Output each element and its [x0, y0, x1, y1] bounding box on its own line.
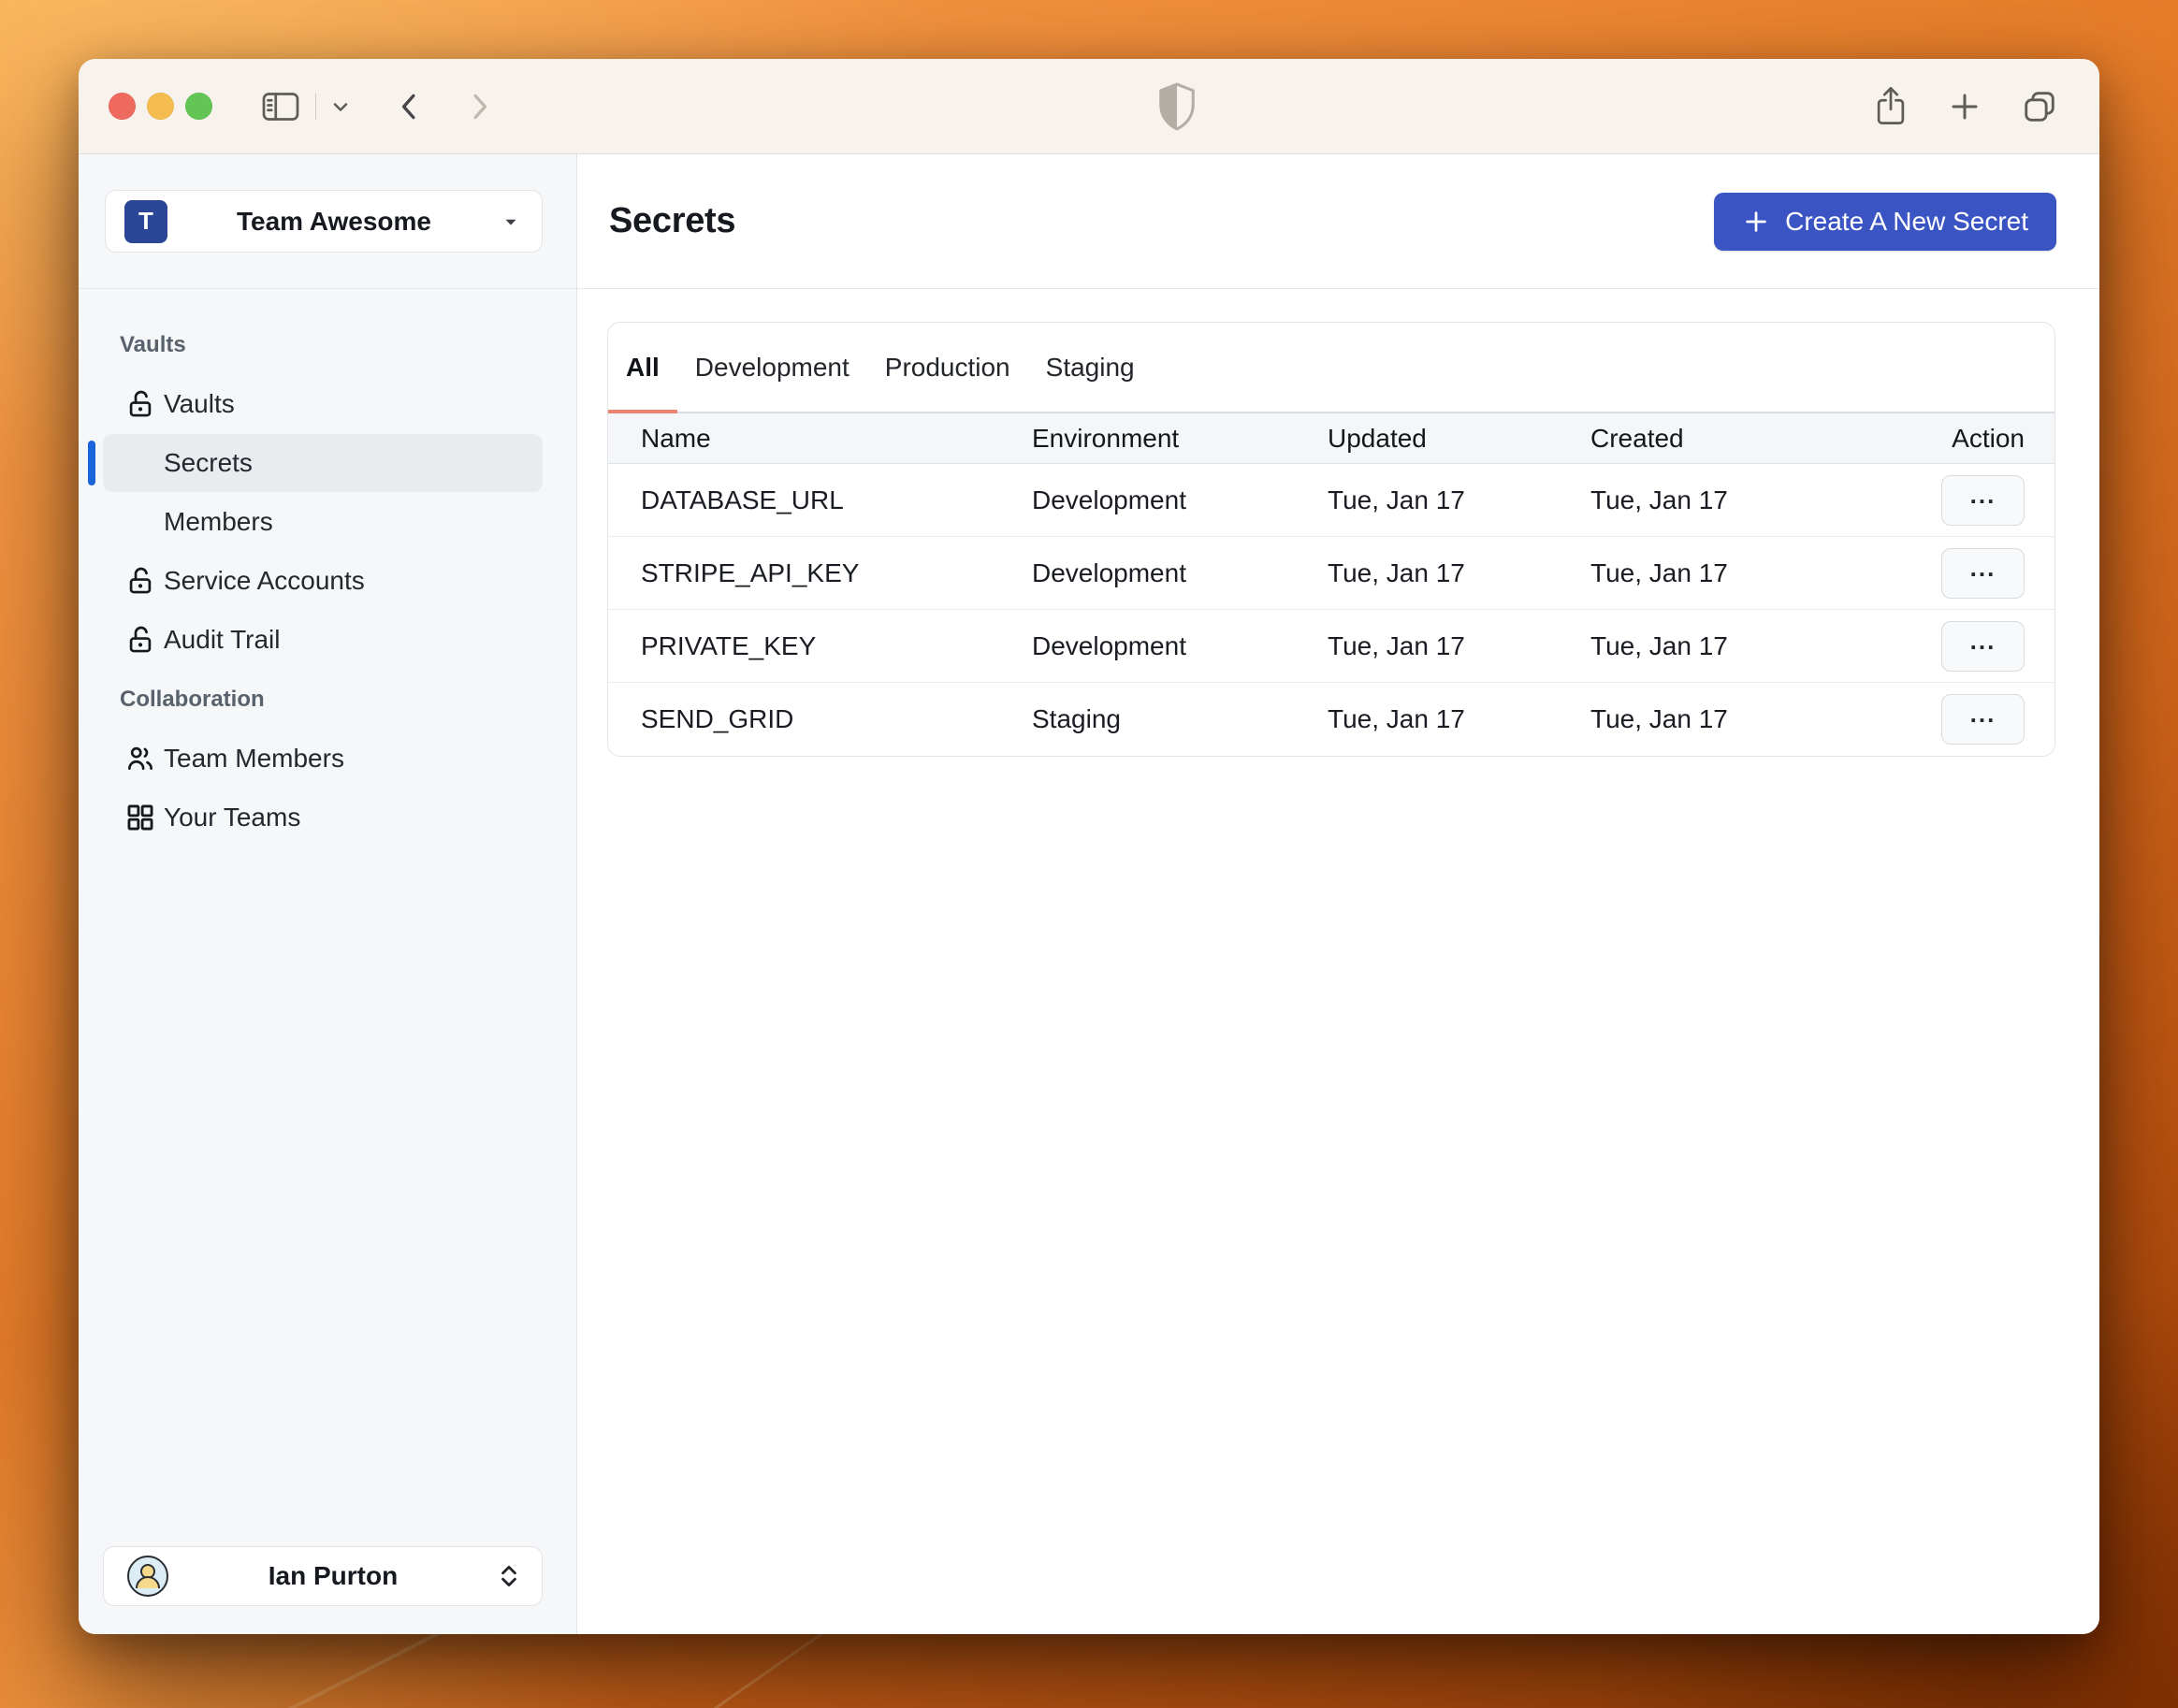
tab-all[interactable]: All: [608, 323, 677, 413]
main-header: Secrets Create A New Secret: [577, 154, 2099, 289]
grid-icon: [124, 802, 156, 833]
tab-overview-icon[interactable]: [2021, 88, 2058, 125]
window-toolbar: [79, 59, 2099, 154]
cell-action: ...: [1935, 474, 2025, 526]
back-icon[interactable]: [395, 90, 425, 123]
sidebar-item-vaults[interactable]: Vaults: [103, 375, 543, 433]
row-actions-button[interactable]: ...: [1941, 620, 2025, 672]
row-actions-button[interactable]: ...: [1941, 694, 2025, 745]
sidebar: T Team Awesome Vaults Vaults Secrets Membe…: [79, 154, 577, 1634]
create-secret-button[interactable]: Create A New Secret: [1714, 192, 2056, 251]
chevron-down-icon[interactable]: [329, 95, 352, 118]
caret-down-icon: [505, 219, 516, 225]
sidebar-section-label-vaults: Vaults: [120, 331, 186, 357]
user-selector[interactable]: Ian Purton: [103, 1546, 543, 1606]
plus-icon: [1746, 210, 1766, 232]
cell-name: PRIVATE_KEY: [641, 630, 817, 660]
team-members-icon: [124, 743, 156, 774]
sidebar-footer: Ian Purton: [79, 1546, 576, 1634]
sidebar-item-team-members[interactable]: Team Members: [103, 730, 543, 788]
cell-name: DATABASE_URL: [641, 485, 844, 514]
cell-updated: Tue, Jan 17: [1328, 485, 1465, 514]
cell-updated: Tue, Jan 17: [1328, 630, 1465, 660]
sidebar-nav: Vaults Vaults Secrets Members Service Acco…: [79, 289, 576, 1546]
tab-production[interactable]: Production: [867, 323, 1028, 412]
cell-environment: Development: [1032, 557, 1186, 587]
tab-staging[interactable]: Staging: [1028, 323, 1153, 412]
lock-open-icon: [124, 388, 156, 420]
cell-created: Tue, Jan 17: [1590, 630, 1728, 660]
create-secret-label: Create A New Secret: [1785, 206, 2028, 236]
select-updown-icon: [501, 1565, 516, 1587]
sidebar-item-label: Team Members: [164, 744, 344, 773]
new-tab-icon[interactable]: [1948, 90, 1982, 123]
sidebar-item-label: Audit Trail: [164, 625, 281, 654]
cell-action: ...: [1935, 620, 2025, 672]
cell-environment: Staging: [1032, 704, 1121, 733]
sidebar-item-members[interactable]: Members: [103, 493, 543, 551]
cell-name: SEND_GRID: [641, 704, 794, 733]
lock-open-icon: [124, 565, 156, 597]
share-icon[interactable]: [1873, 85, 1909, 128]
team-selector[interactable]: T Team Awesome: [105, 190, 543, 253]
sidebar-item-secrets[interactable]: Secrets: [88, 434, 543, 492]
forward-icon: [464, 90, 494, 123]
sidebar-item-your-teams[interactable]: Your Teams: [103, 789, 543, 847]
team-avatar: T: [124, 199, 167, 243]
main-panel: Secrets Create A New Secret All Developme…: [577, 154, 2099, 1634]
zoom-window-button[interactable]: [185, 93, 212, 120]
minimize-window-button[interactable]: [147, 93, 174, 120]
main-content: All Development Production Staging Name Envi…: [577, 289, 2099, 1634]
secrets-card: All Development Production Staging Name Envi…: [607, 322, 2055, 757]
sidebar-toggle-icon[interactable]: [261, 91, 300, 123]
cell-created: Tue, Jan 17: [1590, 485, 1728, 514]
column-header-name: Name: [641, 423, 711, 453]
column-header-created: Created: [1590, 423, 1684, 453]
sidebar-item-service-accounts[interactable]: Service Accounts: [103, 552, 543, 610]
team-name: Team Awesome: [236, 206, 432, 236]
sidebar-section-label-collaboration: Collaboration: [120, 686, 265, 712]
sidebar-item-label: Service Accounts: [164, 566, 365, 595]
traffic-lights: [109, 93, 212, 120]
column-header-updated: Updated: [1328, 423, 1427, 453]
environment-tabs: All Development Production Staging: [608, 323, 2055, 413]
cell-action: ...: [1935, 547, 2025, 599]
table-row-stripe-api-key: STRIPE_API_KEY Development Tue, Jan 17 Tue,…: [608, 537, 2055, 610]
cell-environment: Development: [1032, 485, 1186, 514]
cell-created: Tue, Jan 17: [1590, 557, 1728, 587]
column-header-action: Action: [1952, 423, 2025, 453]
app-window: T Team Awesome Vaults Vaults Secrets Membe…: [79, 59, 2099, 1634]
column-header-environment: Environment: [1032, 423, 1180, 453]
secrets-table: DATABASE_URL Development Tue, Jan 17 Tue, J…: [608, 464, 2055, 756]
close-window-button[interactable]: [109, 93, 136, 120]
sidebar-item-label: Vaults: [164, 389, 235, 418]
sidebar-header: T Team Awesome: [79, 154, 576, 289]
sidebar-item-label: Secrets: [164, 448, 253, 477]
tab-development[interactable]: Development: [677, 323, 867, 412]
table-header: Name Environment Updated Created Action: [608, 413, 2055, 464]
table-row-private-key: PRIVATE_KEY Development Tue, Jan 17 Tue, Ja…: [608, 610, 2055, 683]
cell-action: ...: [1935, 694, 2025, 745]
lock-open-icon: [124, 624, 156, 656]
cell-name: STRIPE_API_KEY: [641, 557, 860, 587]
shield-icon: [1155, 80, 1198, 133]
toolbar-divider: [315, 93, 316, 120]
sidebar-item-label: Members: [164, 507, 273, 536]
user-avatar-icon: [127, 1556, 168, 1597]
sidebar-item-label: Your Teams: [164, 803, 301, 832]
cell-created: Tue, Jan 17: [1590, 704, 1728, 733]
row-actions-button[interactable]: ...: [1941, 474, 2025, 526]
row-actions-button[interactable]: ...: [1941, 547, 2025, 599]
table-row-send-grid: SEND_GRID Staging Tue, Jan 17 Tue, Jan 17..…: [608, 683, 2055, 756]
sidebar-item-audit-trail[interactable]: Audit Trail: [103, 611, 543, 669]
user-name: Ian Purton: [268, 1561, 399, 1590]
cell-environment: Development: [1032, 630, 1186, 660]
cell-updated: Tue, Jan 17: [1328, 704, 1465, 733]
cell-updated: Tue, Jan 17: [1328, 557, 1465, 587]
page-title: Secrets: [609, 201, 736, 240]
table-row-database-url: DATABASE_URL Development Tue, Jan 17 Tue, J…: [608, 464, 2055, 537]
